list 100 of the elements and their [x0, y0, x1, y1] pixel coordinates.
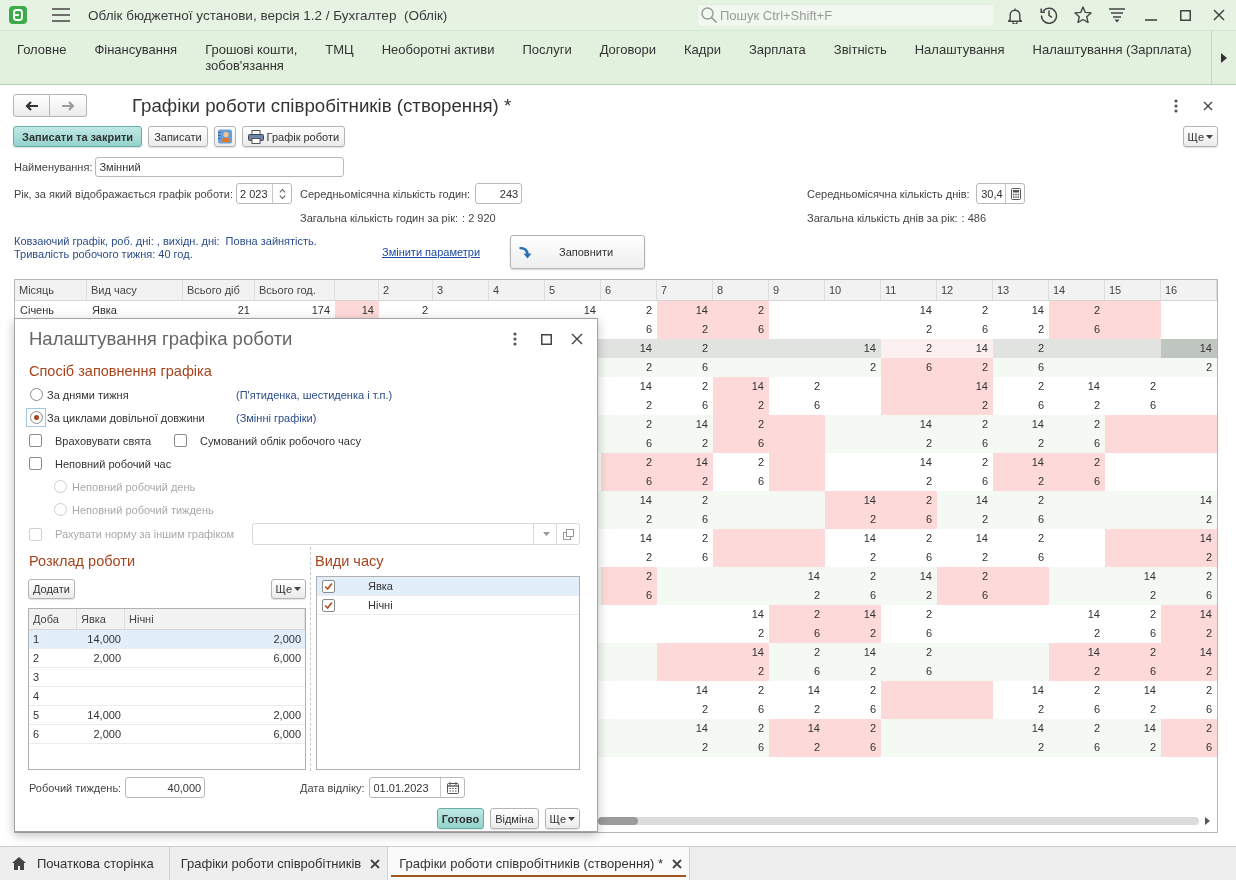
table-cell-text: 2 [1204, 683, 1213, 698]
checkbox[interactable] [29, 434, 42, 447]
column-header[interactable]: 8 [713, 280, 769, 300]
section-menu-item[interactable]: Послуги [508, 31, 586, 58]
close-icon[interactable] [1203, 100, 1213, 111]
bell-icon[interactable] [1007, 6, 1023, 24]
tab[interactable]: Графіки роботи співробітників (створення) * [388, 847, 691, 880]
caret-down-icon[interactable] [542, 532, 550, 536]
list-item[interactable]: Нічні [317, 596, 579, 615]
menu-icon[interactable] [52, 8, 70, 22]
column-header[interactable]: 9 [769, 280, 825, 300]
section-menu-item[interactable]: Договори [585, 31, 670, 58]
section-menu-item[interactable]: Налаштування [900, 31, 1019, 58]
column-header[interactable]: Вид часу [87, 280, 183, 300]
column-header[interactable]: 7 [657, 280, 713, 300]
kebab-menu-icon[interactable] [513, 332, 517, 346]
close-icon[interactable] [571, 333, 583, 345]
column-header[interactable]: 6 [601, 280, 657, 300]
table-cell-text: 14 [806, 683, 821, 698]
table-row[interactable]: 6 2,000 6,000 [29, 725, 305, 744]
radio-button[interactable] [29, 388, 43, 401]
column-header[interactable]: 14 [1049, 280, 1105, 300]
save-and-close-button[interactable]: Записати та закрити [13, 126, 143, 147]
column-header[interactable]: 10 [825, 280, 881, 300]
table-row[interactable]: 4 [29, 687, 305, 706]
field-value: : 2 920 [462, 212, 496, 224]
column-header[interactable]: 15 [1105, 280, 1161, 300]
lines-dropdown-icon[interactable] [1108, 7, 1126, 23]
column-header[interactable]: 12 [937, 280, 993, 300]
section-menu-item[interactable]: Зарплата [734, 31, 820, 58]
save-button[interactable]: Записати [148, 126, 208, 147]
maximize-icon[interactable] [541, 333, 552, 345]
overlapping-squares-icon[interactable] [562, 528, 574, 540]
checkbox[interactable] [174, 434, 187, 447]
checkbox[interactable] [29, 457, 42, 470]
column-header[interactable]: 11 [881, 280, 937, 300]
print-button[interactable]: Графік роботи [241, 126, 346, 147]
calculator-icon[interactable] [1010, 187, 1021, 200]
column-header[interactable]: Доба [29, 609, 77, 629]
section-menu-item[interactable]: Головне [3, 31, 81, 58]
number-input[interactable]: 40,000 [125, 777, 206, 798]
year-input[interactable]: 2 023 [236, 183, 293, 204]
kebab-menu-icon[interactable] [1174, 98, 1178, 113]
column-header[interactable]: 13 [993, 280, 1049, 300]
fill-button[interactable]: Заповнити [510, 235, 645, 269]
column-header[interactable]: 5 [545, 280, 601, 300]
column-header[interactable]: Всього діб [183, 280, 255, 300]
app-logo-icon[interactable] [9, 6, 27, 24]
section-menu-item[interactable]: ТМЦ [311, 31, 368, 58]
table-row[interactable]: 3 [29, 668, 305, 687]
contacts-button[interactable] [213, 126, 236, 147]
table-row[interactable]: 2 2,000 6,000 [29, 649, 305, 668]
calendar-icon[interactable] [447, 781, 460, 794]
column-header[interactable]: Всього год. [255, 280, 335, 300]
column-header[interactable]: Нічні [125, 609, 305, 629]
change-params-link[interactable]: Змінити параметри [382, 246, 481, 258]
column-header[interactable]: 2 [379, 280, 433, 300]
history-icon[interactable] [1040, 6, 1058, 24]
column-header[interactable]: 4 [489, 280, 545, 300]
horizontal-scrollbar[interactable] [598, 817, 1199, 825]
checkbox[interactable] [322, 598, 335, 612]
done-button[interactable]: Готово [436, 808, 485, 829]
cancel-button[interactable]: Відміна [490, 808, 539, 829]
maximize-icon[interactable] [1179, 9, 1191, 21]
more-button[interactable]: Ще [544, 808, 580, 829]
close-icon[interactable] [370, 858, 381, 869]
column-header[interactable]: Явка [77, 609, 125, 629]
tab[interactable]: Початкова сторінка [0, 847, 170, 880]
section-menu-item[interactable]: Грошові кошти, зобов'язання [191, 31, 312, 74]
add-button[interactable]: Додати [28, 579, 75, 599]
section-menu-item[interactable]: Фінансування [80, 31, 192, 58]
more-button[interactable]: Ще [270, 579, 306, 599]
search-field[interactable]: Пошук Ctrl+Shift+F [697, 3, 995, 27]
name-input[interactable]: Змінний [95, 156, 345, 177]
table-row[interactable]: 1 14,000 2,000 [29, 630, 305, 649]
table-cell-text: 2 [644, 512, 653, 527]
column-header[interactable]: 16 [1161, 280, 1217, 300]
triangle-right-icon[interactable] [1205, 817, 1210, 825]
checkbox[interactable] [322, 579, 335, 593]
section-menu-item[interactable]: Кадри [670, 31, 735, 58]
close-icon[interactable] [1213, 9, 1225, 21]
back-button[interactable] [13, 94, 50, 117]
section-menu-item[interactable]: Необоротні активи [367, 31, 509, 58]
radio-button[interactable] [29, 411, 43, 424]
section-heading: Спосіб заповнення графіка [28, 362, 213, 381]
number-input[interactable]: 30,4 [975, 183, 1025, 204]
list-item[interactable]: Явка [317, 577, 579, 596]
close-icon[interactable] [672, 858, 683, 869]
select-field[interactable] [252, 523, 580, 545]
section-menu-item[interactable]: Налаштування (Зарплата) [1018, 31, 1206, 58]
column-header[interactable]: Місяць [15, 280, 87, 300]
triangle-right-icon[interactable] [1221, 52, 1227, 63]
more-button[interactable]: Ще [1182, 126, 1218, 147]
date-input[interactable]: 01.01.2023 [369, 777, 466, 798]
column-header[interactable]: 3 [433, 280, 489, 300]
table-row[interactable]: 5 14,000 2,000 [29, 706, 305, 725]
number-input[interactable]: 243 [475, 183, 523, 204]
section-menu-item[interactable]: Звітність [819, 31, 901, 58]
star-icon[interactable] [1074, 6, 1092, 24]
spin-arrows-icon[interactable] [279, 187, 287, 200]
